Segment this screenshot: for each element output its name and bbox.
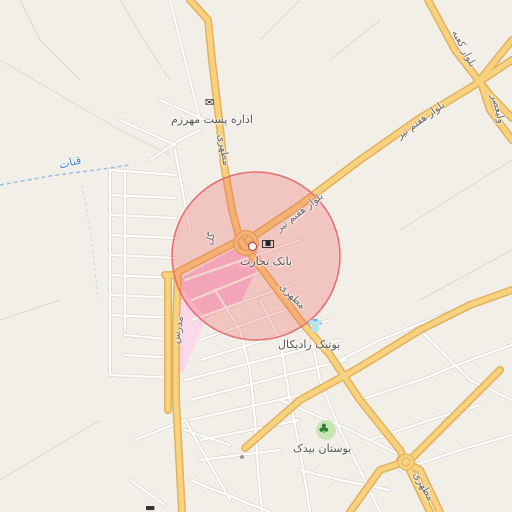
shirt-icon[interactable]: 👕 <box>307 320 323 333</box>
bed-icon[interactable]: ▬ <box>145 502 155 512</box>
map-view[interactable]: ✉ ▪ 👕 ♣ ▬ اداره پست مهرزم بانک تجارت بوت… <box>0 0 512 512</box>
park-label: بوستان بیدک <box>293 442 352 455</box>
canal-line-2 <box>81 184 99 301</box>
boutique-label: بوتیک رادیکال <box>278 338 341 351</box>
banknote-icon[interactable]: ▪ <box>262 239 274 249</box>
small-dot <box>240 455 244 459</box>
bank-label: بانک تجارت <box>240 255 292 268</box>
post-office-label: اداره پست مهرزم <box>171 113 253 126</box>
pin-dot[interactable] <box>248 242 257 251</box>
envelope-icon[interactable]: ✉ <box>205 97 214 108</box>
tree-icon[interactable]: ♣ <box>318 423 330 436</box>
